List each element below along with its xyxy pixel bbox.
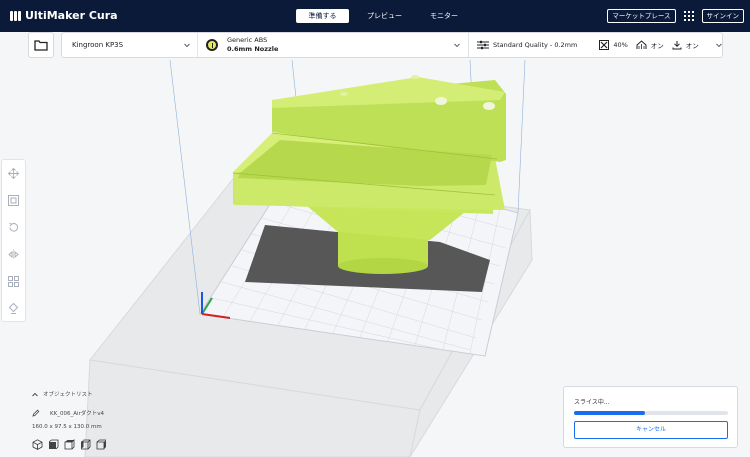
tab-monitor[interactable]: モニター bbox=[420, 9, 468, 23]
app-title: UltiMaker Cura bbox=[25, 9, 118, 22]
print-settings-selector[interactable]: Standard Quality - 0.2mm 40% オン オン bbox=[469, 33, 722, 57]
material-name: Generic ABS bbox=[227, 36, 268, 44]
object-list-header: オブジェクトリスト bbox=[43, 392, 93, 398]
top-view-icon[interactable] bbox=[64, 439, 75, 450]
tool-panel bbox=[1, 159, 26, 322]
stage-tabs: 準備する プレビュー モニター bbox=[296, 9, 468, 23]
chevron-down-icon bbox=[454, 43, 460, 48]
cancel-button[interactable]: キャンセル bbox=[574, 421, 728, 439]
printer-selector[interactable]: Kingroon KP3S bbox=[62, 33, 198, 57]
object-list-item[interactable]: KK_006_Airダクトv4 bbox=[32, 409, 202, 417]
per-model-settings-icon bbox=[8, 276, 19, 287]
rotate-tool[interactable] bbox=[2, 214, 25, 241]
marketplace-button[interactable]: マーケットプレース bbox=[607, 9, 676, 23]
ultimaker-logo-icon bbox=[10, 10, 21, 21]
slice-progress-bar bbox=[574, 411, 728, 415]
scale-icon bbox=[8, 195, 19, 206]
extruder-icon bbox=[206, 39, 218, 51]
toolbar: Kingroon KP3S Generic ABS 0.6mm Nozzle S… bbox=[0, 32, 750, 60]
support-blocker-tool[interactable] bbox=[2, 295, 25, 322]
open-file-button[interactable] bbox=[28, 32, 54, 58]
infill-value: 40% bbox=[613, 41, 628, 49]
camera-view-buttons bbox=[32, 439, 202, 450]
config-bar: Kingroon KP3S Generic ABS 0.6mm Nozzle S… bbox=[61, 32, 723, 58]
object-dimensions: 160.0 x 97.5 x 130.0 mm bbox=[32, 424, 102, 430]
infill-icon bbox=[599, 40, 610, 50]
adhesion-icon bbox=[672, 41, 682, 50]
rotate-icon bbox=[9, 222, 19, 232]
object-list: オブジェクトリスト KK_006_Airダクトv4 160.0 x 97.5 x… bbox=[32, 388, 202, 450]
material-selector[interactable]: Generic ABS 0.6mm Nozzle bbox=[198, 33, 469, 57]
mirror-tool[interactable] bbox=[2, 241, 25, 268]
left-view-icon[interactable] bbox=[80, 439, 91, 450]
app-header: UltiMaker Cura 準備する プレビュー モニター マーケットプレース… bbox=[0, 0, 750, 32]
scale-tool[interactable] bbox=[2, 187, 25, 214]
slice-panel: スライス中... キャンセル bbox=[563, 386, 738, 448]
support-value: オン bbox=[650, 42, 664, 50]
chevron-down-icon bbox=[716, 43, 722, 48]
slice-status: スライス中... bbox=[574, 399, 610, 406]
printer-name: Kingroon KP3S bbox=[72, 41, 124, 49]
right-view-icon[interactable] bbox=[96, 439, 107, 450]
adhesion-value: オン bbox=[685, 42, 699, 50]
signin-button[interactable]: サインイン bbox=[701, 9, 744, 23]
folder-icon bbox=[34, 40, 48, 51]
slice-progress-fill bbox=[574, 411, 645, 415]
tab-prepare[interactable]: 準備する bbox=[296, 9, 349, 23]
move-icon bbox=[8, 168, 19, 179]
front-view-icon[interactable] bbox=[48, 439, 59, 450]
nozzle-size: 0.6mm Nozzle bbox=[227, 45, 279, 53]
chevron-up-icon bbox=[32, 392, 38, 396]
support-icon bbox=[636, 40, 647, 49]
object-list-toggle[interactable]: オブジェクトリスト bbox=[32, 388, 202, 400]
quality-profile: Standard Quality - 0.2mm bbox=[493, 41, 578, 49]
pencil-icon bbox=[32, 409, 40, 417]
3d-view-icon[interactable] bbox=[32, 439, 43, 450]
tab-preview[interactable]: プレビュー bbox=[357, 9, 412, 23]
grid-icon[interactable] bbox=[683, 11, 694, 21]
object-name: KK_006_Airダクトv4 bbox=[50, 411, 105, 417]
support-blocker-icon bbox=[8, 303, 19, 314]
per-model-settings-tool[interactable] bbox=[2, 268, 25, 295]
mirror-icon bbox=[8, 249, 19, 260]
chevron-down-icon bbox=[184, 43, 190, 48]
move-tool[interactable] bbox=[2, 160, 25, 187]
settings-sliders-icon bbox=[477, 40, 489, 50]
app-logo: UltiMaker Cura bbox=[10, 9, 118, 22]
